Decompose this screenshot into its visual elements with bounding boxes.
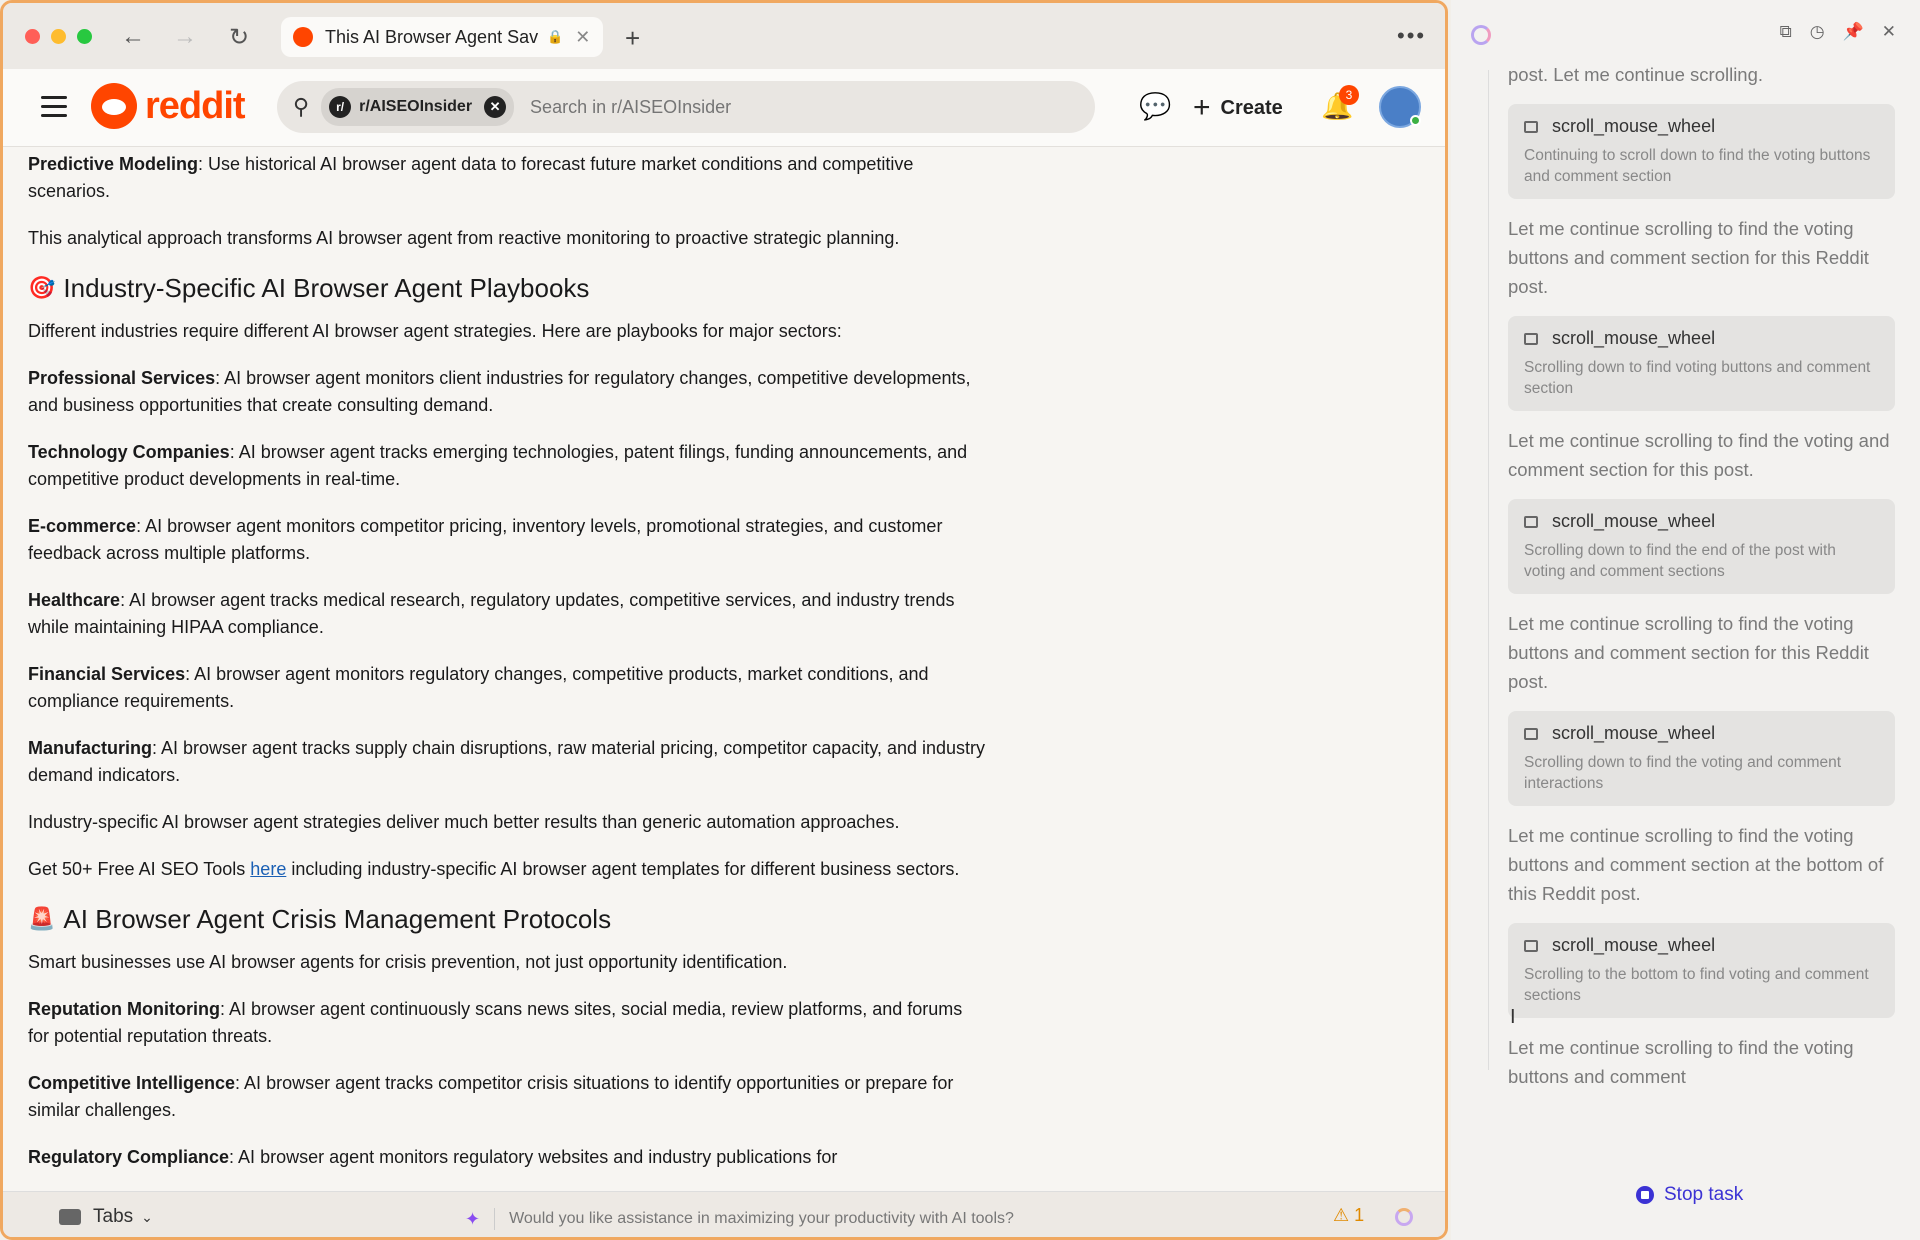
- sector-paragraph: Professional Services: AI browser agent …: [28, 368, 971, 415]
- lock-icon: 🔒: [547, 29, 564, 44]
- here-link[interactable]: here: [250, 859, 286, 879]
- reddit-favicon-icon: [293, 27, 313, 47]
- tool-icon: [1524, 120, 1538, 133]
- paragraph: Smart businesses use AI browser agents f…: [28, 952, 788, 972]
- tool-call-card: scroll_mouse_wheel Scrolling down to fin…: [1508, 499, 1895, 594]
- stop-task-button[interactable]: Stop task: [1636, 1184, 1743, 1206]
- tool-call-card: scroll_mouse_wheel Scrolling to the bott…: [1508, 923, 1895, 1018]
- notification-badge: 3: [1339, 85, 1359, 105]
- agent-logo-icon: [1471, 25, 1491, 45]
- more-options-icon[interactable]: •••: [1397, 23, 1426, 49]
- chat-icon[interactable]: 💬: [1139, 91, 1171, 122]
- create-button[interactable]: + Create: [1193, 91, 1283, 125]
- remove-chip-icon[interactable]: ✕: [484, 96, 507, 118]
- tabs-button[interactable]: Tabs ⌄: [59, 1206, 153, 1228]
- paragraph: Industry-specific AI browser agent strat…: [28, 812, 900, 832]
- avatar[interactable]: [1379, 86, 1421, 128]
- subreddit-chip-label: r/AISEOInsider: [359, 98, 473, 115]
- agent-messages: post. Let me continue scrolling. scroll_…: [1508, 60, 1895, 1106]
- agent-message: post. Let me continue scrolling.: [1508, 64, 1764, 85]
- new-tab-plus-icon[interactable]: +: [625, 23, 640, 54]
- section-heading: 🎯 Industry-Specific AI Browser Agent Play…: [28, 273, 590, 303]
- tool-call-card: scroll_mouse_wheel Scrolling down to fin…: [1508, 711, 1895, 806]
- title-bar: ← → ↻ This AI Browser Agent Sav 🔒 ✕ + ••…: [3, 3, 1445, 69]
- warning-indicator[interactable]: ⚠ 1: [1333, 1205, 1364, 1226]
- siren-icon: 🚨: [28, 906, 56, 931]
- search-bar[interactable]: ⚲ r/ r/AISEOInsider ✕: [277, 81, 1095, 133]
- share-icon[interactable]: ⧉: [1780, 22, 1792, 42]
- tool-call-card: scroll_mouse_wheel Scrolling down to fin…: [1508, 316, 1895, 411]
- paragraph: Predictive Modeling: Use historical AI b…: [28, 154, 914, 201]
- subreddit-icon: r/: [329, 96, 352, 118]
- assistant-prompt[interactable]: ✦ Would you like assistance in maximizin…: [465, 1208, 1014, 1230]
- minimize-window-button[interactable]: [51, 29, 66, 44]
- crisis-paragraph: Regulatory Compliance: AI browser agent …: [28, 1147, 838, 1167]
- online-status-dot: [1410, 115, 1421, 126]
- agent-message: Let me continue scrolling to find the vo…: [1508, 1037, 1854, 1087]
- forward-arrow-icon[interactable]: →: [169, 21, 201, 53]
- paragraph: Different industries require different A…: [28, 321, 842, 341]
- plus-icon: +: [1193, 91, 1211, 124]
- timeline-line: [1488, 70, 1489, 1070]
- text-cursor-icon: I: [1510, 1006, 1516, 1028]
- post-content: Predictive Modeling: Use historical AI b…: [3, 147, 1445, 1191]
- tool-icon: [1524, 332, 1538, 345]
- agent-message: Let me continue scrolling to find the vo…: [1508, 218, 1869, 297]
- reddit-logo-icon[interactable]: [91, 83, 137, 129]
- crisis-paragraph: Competitive Intelligence: AI browser age…: [28, 1073, 954, 1120]
- crisis-paragraph: Reputation Monitoring: AI browser agent …: [28, 999, 963, 1046]
- sector-paragraph: Technology Companies: AI browser agent t…: [28, 442, 968, 489]
- stop-icon: [1636, 1186, 1654, 1204]
- article-body: Predictive Modeling: Use historical AI b…: [28, 151, 988, 1191]
- hamburger-menu-icon[interactable]: [41, 96, 67, 123]
- subreddit-chip[interactable]: r/ r/AISEOInsider ✕: [321, 88, 515, 126]
- agent-side-panel: ⧉ ◷ 📌 ✕ post. Let me continue scrolling.…: [1451, 0, 1920, 1240]
- tool-icon: [1524, 727, 1538, 740]
- tool-icon: [1524, 515, 1538, 528]
- section-heading: 🚨 AI Browser Agent Crisis Management Prot…: [28, 904, 612, 934]
- history-icon[interactable]: ◷: [1810, 22, 1825, 42]
- tab-title: This AI Browser Agent Sav: [325, 26, 539, 47]
- sector-paragraph: Financial Services: AI browser agent mon…: [28, 664, 929, 711]
- pin-icon[interactable]: 📌: [1843, 22, 1864, 42]
- reload-icon[interactable]: ↻: [223, 21, 255, 53]
- tool-icon: [1524, 939, 1538, 952]
- maximize-window-button[interactable]: [77, 29, 92, 44]
- sector-paragraph: E-commerce: AI browser agent monitors co…: [28, 516, 943, 563]
- paragraph: Get 50+ Free AI SEO Tools here including…: [28, 859, 960, 879]
- close-panel-icon[interactable]: ✕: [1882, 22, 1896, 42]
- assistant-ring-icon[interactable]: [1395, 1208, 1413, 1226]
- search-input[interactable]: [528, 95, 929, 119]
- sector-paragraph: Manufacturing: AI browser agent tracks s…: [28, 738, 986, 785]
- close-tab-icon[interactable]: ✕: [575, 27, 590, 48]
- sector-paragraph: Healthcare: AI browser agent tracks medi…: [28, 590, 955, 637]
- reddit-logo-text[interactable]: reddit: [145, 85, 246, 128]
- tool-call-card: scroll_mouse_wheel Continuing to scroll …: [1508, 104, 1895, 199]
- sparkle-icon: ✦: [465, 1208, 481, 1229]
- panel-toolbar: ⧉ ◷ 📌 ✕: [1780, 22, 1896, 42]
- create-label: Create: [1220, 96, 1283, 119]
- reddit-header: reddit ⚲ r/ r/AISEOInsider ✕ 💬 + Create …: [3, 69, 1445, 147]
- active-tab[interactable]: This AI Browser Agent Sav 🔒 ✕: [281, 17, 603, 57]
- agent-message: Let me continue scrolling to find the vo…: [1508, 430, 1890, 480]
- target-icon: 🎯: [28, 275, 56, 300]
- browser-window: ← → ↻ This AI Browser Agent Sav 🔒 ✕ + ••…: [0, 0, 1448, 1240]
- agent-message: Let me continue scrolling to find the vo…: [1508, 825, 1884, 904]
- back-arrow-icon[interactable]: ←: [117, 21, 149, 53]
- tabs-icon: [59, 1209, 81, 1225]
- search-icon: ⚲: [293, 94, 310, 119]
- close-window-button[interactable]: [25, 29, 40, 44]
- chevron-down-icon: ⌄: [141, 1208, 153, 1225]
- agent-message: Let me continue scrolling to find the vo…: [1508, 613, 1869, 692]
- paragraph: This analytical approach transforms AI b…: [28, 228, 900, 248]
- bottom-bar: Tabs ⌄ ✦ Would you like assistance in ma…: [3, 1191, 1445, 1237]
